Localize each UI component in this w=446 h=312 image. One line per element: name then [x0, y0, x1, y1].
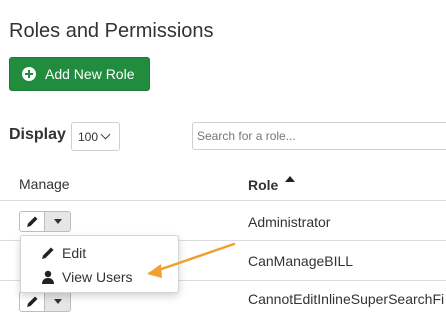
annotation-arrow — [147, 242, 236, 278]
caret-down-icon — [53, 299, 62, 304]
